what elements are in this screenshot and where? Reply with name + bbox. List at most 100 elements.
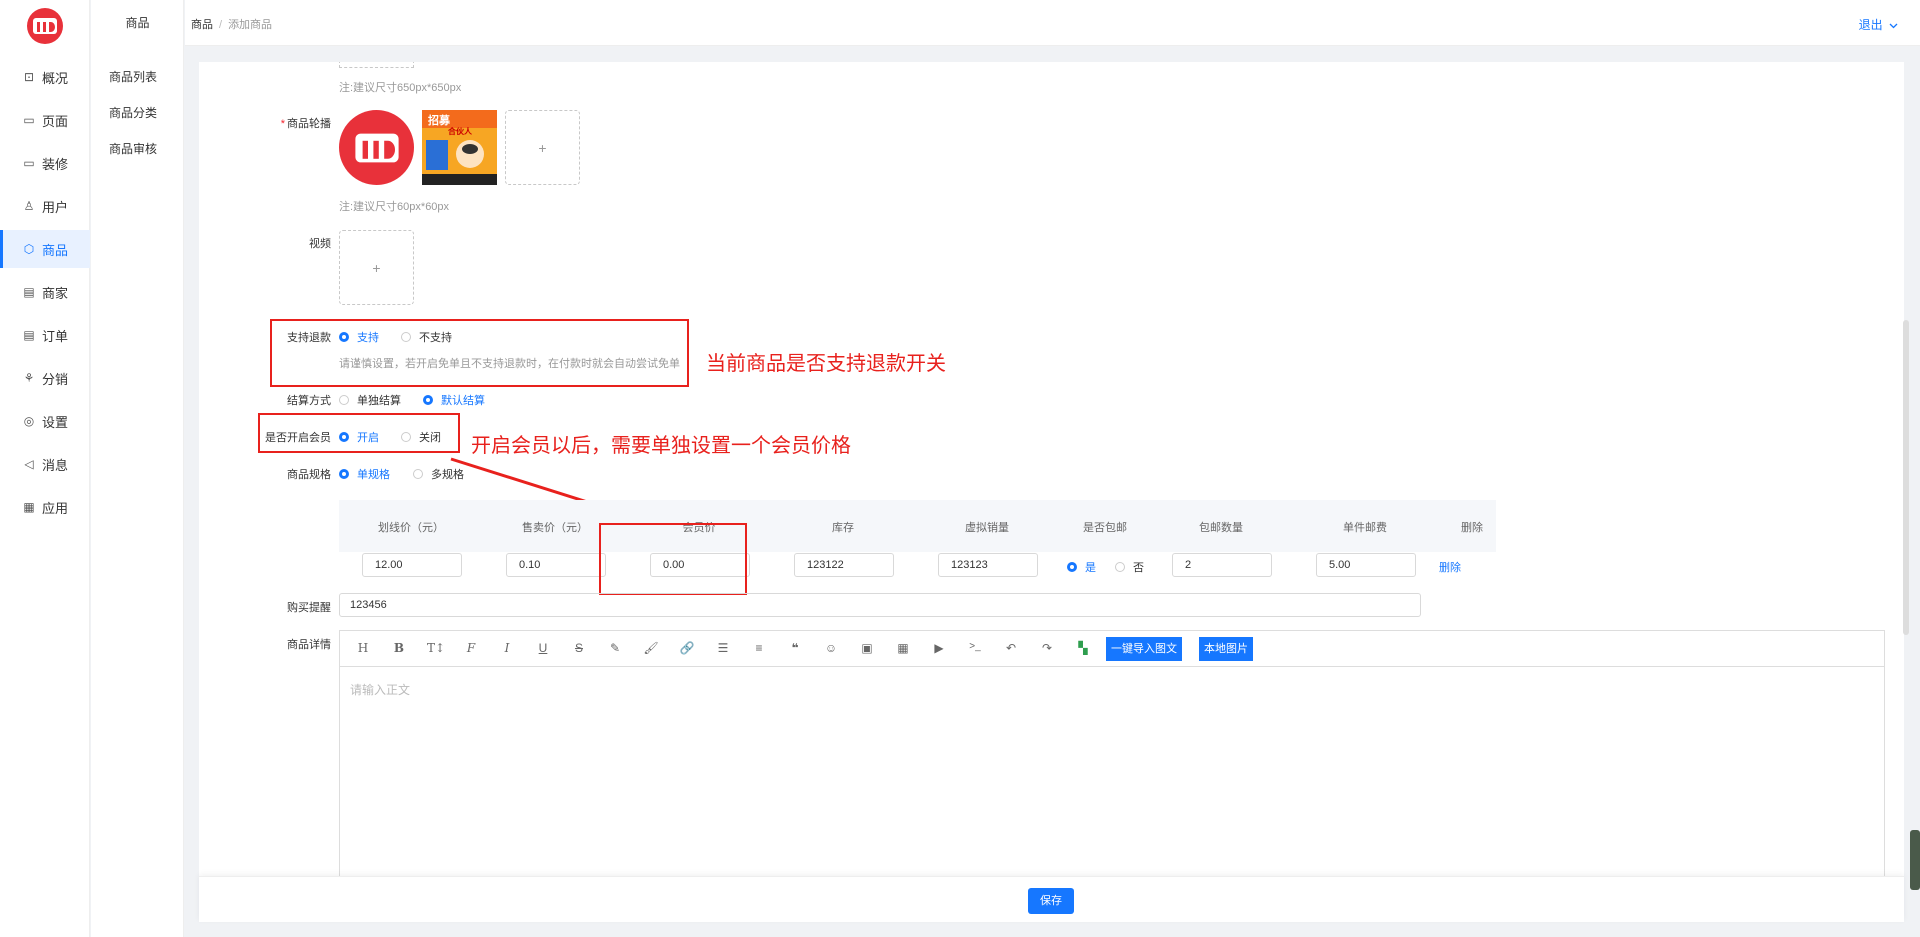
- font-size-icon[interactable]: T↕: [427, 641, 445, 657]
- breadcrumb-separator: /: [219, 19, 223, 31]
- code-icon[interactable]: >_: [967, 641, 983, 657]
- undo-icon[interactable]: ↶: [1003, 641, 1019, 657]
- free-qty-input[interactable]: 2: [1172, 553, 1272, 577]
- list-icon[interactable]: ☰: [715, 641, 731, 657]
- logout-button[interactable]: 退出: [1859, 16, 1898, 33]
- refund-annotation-text: 当前商品是否支持退款开关: [706, 353, 946, 375]
- radio-dot: [423, 395, 433, 405]
- editor-toolbar: H B T↕ F I U S ✎ 🖌 🔗 ☰ ≡ ❝ ☺ ▣ ▦ ▶ >_ ↶ …: [340, 631, 1884, 667]
- settings-icon: ◎: [23, 414, 35, 428]
- delete-row-link[interactable]: 删除: [1439, 559, 1461, 575]
- video-icon[interactable]: ▶: [931, 641, 947, 657]
- strikethrough-icon[interactable]: S: [571, 641, 587, 657]
- decorate-icon: ▭: [23, 156, 35, 170]
- emoji-icon[interactable]: ☺: [823, 641, 839, 657]
- video-label: 视频: [309, 238, 331, 250]
- user-icon: ♙: [23, 199, 35, 213]
- order-icon: ▤: [23, 328, 35, 342]
- redo-icon[interactable]: ↷: [1039, 641, 1055, 657]
- member-price-annotation-box: [599, 523, 747, 595]
- free-shipping-radio-no[interactable]: 否: [1115, 559, 1144, 575]
- subnav-item-product-review[interactable]: 商品审核: [109, 140, 157, 157]
- sidebar-item-message[interactable]: ◁ 消息: [0, 445, 90, 483]
- radio-dot: [1067, 562, 1077, 572]
- font-color-icon[interactable]: ✎: [607, 641, 623, 657]
- sidebar-item-cube[interactable]: ⬡ 商品: [0, 230, 90, 268]
- background-color-icon[interactable]: 🖌: [643, 641, 659, 657]
- quote-icon[interactable]: ❝: [787, 641, 803, 657]
- th-stock: 库存: [832, 522, 854, 534]
- spec-table-header: 划线价（元） 售卖价（元） 会员价 库存 虚拟销量 是否包邮 包邮数量 单件邮费…: [339, 500, 1496, 552]
- sale-price-input[interactable]: 0.10: [506, 553, 606, 577]
- carousel-image-poster[interactable]: 招募 合伙人: [422, 110, 497, 185]
- carousel-upload-button[interactable]: +: [505, 110, 580, 185]
- logo-image-icon: [354, 133, 399, 162]
- link-icon[interactable]: 🔗: [679, 641, 695, 657]
- sub-sidebar: 商品 商品列表 商品分类 商品审核: [91, 0, 184, 937]
- editor-placeholder[interactable]: 请输入正文: [350, 681, 410, 698]
- breadcrumb-item-products[interactable]: 商品: [191, 19, 213, 31]
- list-price-input[interactable]: 12.00: [362, 553, 462, 577]
- virtual-sales-input[interactable]: 123123: [938, 553, 1038, 577]
- cover-upload-partial[interactable]: [339, 62, 414, 68]
- form-footer: 保存: [199, 876, 1904, 922]
- sidebar-item-page[interactable]: ▭ 页面: [0, 101, 90, 139]
- image-icon[interactable]: ▣: [859, 641, 875, 657]
- heading-icon[interactable]: H: [355, 641, 371, 657]
- sidebar-item-label: 装修: [42, 156, 69, 172]
- sidebar-item-label: 消息: [42, 457, 69, 473]
- th-list-price: 划线价（元）: [378, 522, 444, 534]
- spec-radio-single[interactable]: 单规格: [339, 466, 390, 482]
- subnav-item-product-list[interactable]: 商品列表: [109, 68, 157, 85]
- italic-icon[interactable]: I: [499, 641, 515, 657]
- purchase-note-input[interactable]: 123456: [339, 593, 1421, 617]
- sidebar-item-apps[interactable]: ▦ 应用: [0, 488, 90, 526]
- bold-icon[interactable]: B: [391, 641, 407, 657]
- cube-icon: ⬡: [23, 242, 35, 256]
- video-upload-button[interactable]: +: [339, 230, 414, 305]
- subnav-title: 商品: [125, 16, 150, 30]
- import-image-icon[interactable]: ▚: [1075, 641, 1091, 657]
- font-family-icon[interactable]: F: [463, 641, 479, 657]
- radio-dot: [339, 469, 349, 479]
- top-header: 商品 / 添加商品 退出: [185, 0, 1920, 46]
- sidebar-item-decorate[interactable]: ▭ 装修: [0, 144, 90, 182]
- chart-icon: ⊡: [23, 70, 35, 84]
- th-sale-price: 售卖价（元）: [522, 522, 588, 534]
- align-icon[interactable]: ≡: [751, 641, 767, 657]
- sidebar-item-chart[interactable]: ⊡ 概况: [0, 58, 90, 96]
- save-button[interactable]: 保存: [1028, 888, 1074, 914]
- app-logo[interactable]: [27, 8, 63, 44]
- purchase-note-label: 购买提醒: [287, 602, 331, 614]
- sidebar-item-user[interactable]: ♙ 用户: [0, 187, 90, 225]
- settlement-radio-separate[interactable]: 单独结算: [339, 392, 401, 408]
- breadcrumb-item-current: 添加商品: [228, 19, 273, 31]
- sidebar-item-order[interactable]: ▤ 订单: [0, 316, 90, 354]
- sidebar-item-label: 用户: [42, 199, 69, 215]
- detail-label: 商品详情: [287, 639, 331, 651]
- radio-dot: [413, 469, 423, 479]
- stock-input[interactable]: 123122: [794, 553, 894, 577]
- free-shipping-radio-yes[interactable]: 是: [1067, 559, 1096, 575]
- sidebar-item-settings[interactable]: ◎ 设置: [0, 402, 90, 440]
- apps-icon: ▦: [23, 500, 35, 514]
- th-virtual-sales: 虚拟销量: [965, 522, 1009, 534]
- main-sidebar: ⊡ 概况 ▭ 页面 ▭ 装修 ♙ 用户 ⬡ 商品 ▤ 商家 ▤ 订单 ⚘ 分销 ◎ 设置 ◁ 消息 ▦ 应用: [0, 0, 90, 937]
- sidebar-item-label: 分销: [42, 371, 69, 387]
- page-scrollbar[interactable]: [1903, 320, 1909, 635]
- settlement-radio-default[interactable]: 默认结算: [423, 392, 485, 408]
- message-icon: ◁: [24, 457, 34, 471]
- carousel-image-logo[interactable]: [339, 110, 414, 185]
- subnav-item-product-category[interactable]: 商品分类: [109, 104, 157, 121]
- th-delete: 删除: [1461, 522, 1483, 534]
- sidebar-item-label: 应用: [42, 500, 69, 516]
- table-icon[interactable]: ▦: [895, 641, 911, 657]
- local-image-button[interactable]: 本地图片: [1199, 637, 1253, 661]
- sidebar-item-distribution[interactable]: ⚘ 分销: [0, 359, 90, 397]
- floating-side-widget[interactable]: [1910, 830, 1920, 890]
- sidebar-item-label: 商品: [42, 242, 69, 258]
- sidebar-item-store[interactable]: ▤ 商家: [0, 273, 90, 311]
- underline-icon[interactable]: U: [535, 641, 551, 657]
- import-rich-text-button[interactable]: 一键导入图文: [1106, 637, 1182, 661]
- unit-postage-input[interactable]: 5.00: [1316, 553, 1416, 577]
